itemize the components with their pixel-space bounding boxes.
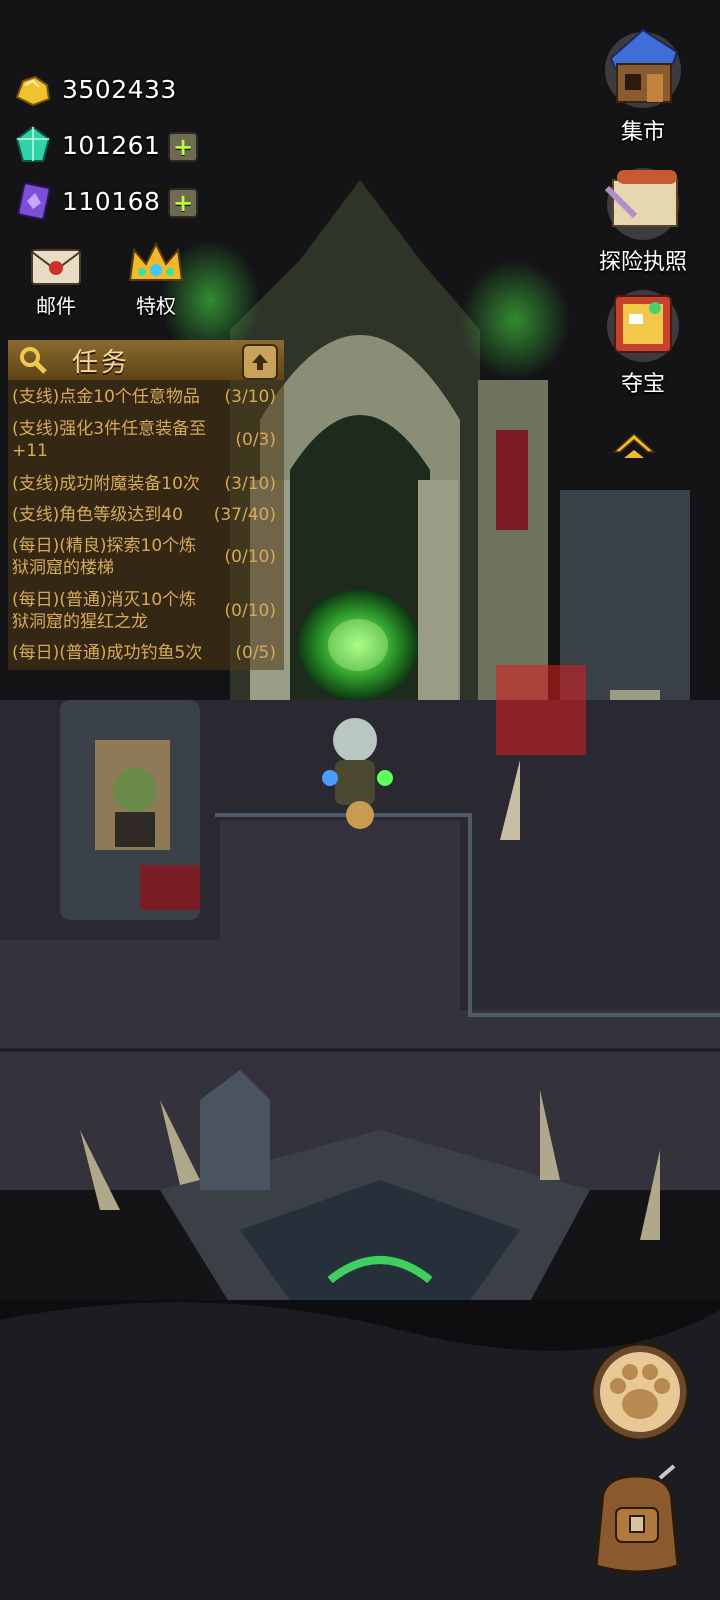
adventure-license-button[interactable]: 探险执照 bbox=[588, 160, 698, 276]
quest-header[interactable]: 任务 bbox=[8, 340, 284, 380]
quest-item[interactable]: (每日)(普通)成功钓鱼5次 (0/5) bbox=[8, 638, 284, 668]
backpack-icon bbox=[594, 1464, 680, 1574]
quest-item[interactable]: (支线)角色等级达到40 (37/40) bbox=[8, 500, 284, 530]
add-tickets-button[interactable]: + bbox=[168, 188, 198, 218]
treasure-button[interactable]: 夺宝 bbox=[588, 282, 698, 398]
green-crystal-icon bbox=[12, 124, 54, 166]
treasure-board-icon bbox=[607, 290, 679, 362]
purple-card-icon bbox=[12, 180, 54, 222]
quest-item[interactable]: (支线)成功附魔装备10次 (3/10) bbox=[8, 468, 284, 500]
gold-counter: 3502433 bbox=[12, 68, 177, 110]
quest-item[interactable]: (每日)(精良)探索10个炼狱洞窟的楼梯 (0/10) bbox=[8, 530, 284, 584]
quest-title: 任务 bbox=[72, 347, 131, 378]
mail-label: 邮件 bbox=[36, 294, 76, 318]
treasure-label: 夺宝 bbox=[620, 372, 665, 397]
arrow-up-icon bbox=[252, 354, 268, 370]
gem-counter: 101261 bbox=[12, 124, 160, 166]
scroll-quill-icon bbox=[604, 168, 679, 240]
privilege-label: 特权 bbox=[136, 294, 176, 318]
quest-collapse-button[interactable] bbox=[242, 344, 278, 380]
gold-nugget-icon bbox=[12, 68, 54, 110]
ticket-counter: 110168 bbox=[12, 180, 160, 222]
chevron-up-icon bbox=[612, 432, 656, 458]
quest-item[interactable]: (支线)强化3件任意装备至+11 (0/3) bbox=[8, 412, 284, 468]
market-button[interactable]: 集市 bbox=[588, 18, 698, 146]
market-house-icon bbox=[605, 28, 681, 108]
adventure-license-label: 探险执照 bbox=[598, 250, 687, 275]
crown-icon bbox=[128, 241, 184, 281]
target-highlight[interactable] bbox=[496, 665, 586, 755]
add-gems-button[interactable]: + bbox=[168, 132, 198, 162]
gold-value: 3502433 bbox=[62, 74, 177, 104]
inventory-button[interactable] bbox=[582, 1462, 692, 1580]
ticket-value: 110168 bbox=[62, 186, 161, 216]
quest-item[interactable]: (支线)点金10个任意物品 (3/10) bbox=[8, 382, 284, 412]
gem-value: 101261 bbox=[62, 130, 161, 160]
quest-item[interactable]: (每日)(普通)消灭10个炼狱洞窟的猩红之龙 (0/10) bbox=[8, 584, 284, 638]
paw-icon bbox=[590, 1342, 690, 1442]
mail-envelope-icon bbox=[31, 249, 81, 285]
mail-button[interactable]: 邮件 bbox=[16, 240, 96, 319]
pet-button[interactable] bbox=[588, 1340, 692, 1444]
market-label: 集市 bbox=[620, 120, 665, 145]
search-icon bbox=[20, 347, 47, 374]
collapse-menu-button[interactable] bbox=[610, 428, 658, 464]
privilege-button[interactable]: 特权 bbox=[116, 236, 196, 319]
quest-panel: 任务 (支线)点金10个任意物品 (3/10) (支线)强化3件任意装备至+11(… bbox=[8, 340, 284, 670]
